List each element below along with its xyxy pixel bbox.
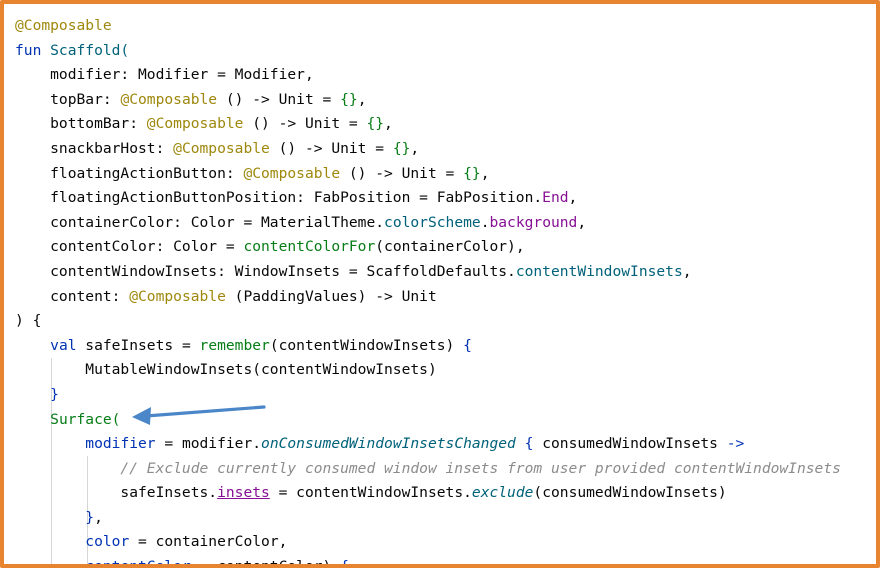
code-line: color = containerColor,: [15, 530, 876, 555]
annotation-token: @Composable: [15, 17, 112, 34]
code-text: containerColor: Color = MaterialTheme.: [15, 213, 385, 231]
code-text: (consumedWindowInsets): [533, 484, 727, 502]
code-text: (containerColor),: [375, 238, 525, 256]
lambda-braces: {}: [392, 139, 411, 157]
code-text: bottomBar:: [15, 115, 147, 133]
code-text: safeInsets.: [15, 484, 218, 502]
keyword-token: fun: [15, 41, 42, 59]
code-text: = contentWindowInsets.: [269, 484, 472, 502]
composable-call-token: remember: [199, 336, 270, 354]
code-line: contentColor: Color = contentColorFor(co…: [15, 235, 876, 260]
code-text: ,: [480, 164, 490, 182]
annotation-token: @Composable: [120, 90, 218, 108]
code-text: = contentColor): [190, 558, 341, 568]
code-text: ) {: [15, 312, 42, 330]
code-line: bottomBar: @Composable () -> Unit = {},: [15, 112, 876, 137]
code-line: contentWindowInsets: WindowInsets = Scaf…: [15, 260, 876, 285]
code-line: ) {: [15, 309, 876, 334]
code-line: },: [15, 506, 876, 531]
code-line: containerColor: Color = MaterialTheme.co…: [15, 211, 876, 236]
composable-call-token: contentColorFor: [243, 238, 376, 256]
comment-token: // Exclude currently consumed window ins…: [15, 459, 841, 477]
named-argument-token: contentColor: [85, 558, 191, 568]
code-text: topBar:: [15, 90, 121, 108]
keyword-token: val: [50, 336, 77, 354]
code-text: (PaddingValues) -> Unit: [225, 287, 437, 305]
screenshot-frame: @Composable fun Scaffold( modifier: Modi…: [0, 0, 880, 568]
code-line: modifier: Modifier = Modifier,: [15, 63, 876, 88]
lambda-braces: {}: [463, 164, 481, 182]
code-line: safeInsets.insets = contentWindowInsets.…: [15, 481, 876, 506]
code-editor[interactable]: @Composable fun Scaffold( modifier: Modi…: [15, 14, 876, 564]
code-text: snackbarHost:: [15, 139, 174, 157]
annotation-token: @Composable: [146, 115, 244, 133]
lambda-braces: {}: [366, 115, 385, 133]
named-argument-token: modifier: [85, 435, 156, 453]
code-text: ,: [94, 508, 103, 526]
mutable-property-token: insets: [217, 484, 270, 502]
property-token: background: [489, 213, 578, 231]
lambda-arrow: ->: [726, 435, 745, 453]
code-text: contentColor: Color =: [15, 238, 244, 256]
lambda-brace: }: [85, 508, 95, 526]
code-line: snackbarHost: @Composable () -> Unit = {…: [15, 137, 876, 162]
code-text: contentWindowInsets: WindowInsets = Scaf…: [15, 262, 516, 280]
code-line: contentColor = contentColor) {: [15, 555, 876, 568]
annotation-token: @Composable: [243, 164, 341, 182]
lambda-brace: {: [340, 558, 349, 568]
extension-function-token: exclude: [471, 484, 534, 502]
code-text: () -> Unit =: [340, 164, 464, 182]
code-line: // Exclude currently consumed window ins…: [15, 457, 876, 482]
extension-property-token: contentWindowInsets: [515, 262, 683, 280]
code-text: floatingActionButtonPosition: FabPositio…: [15, 189, 543, 207]
extension-property-token: colorScheme: [384, 213, 481, 231]
code-line: modifier = modifier.onConsumedWindowInse…: [15, 432, 876, 457]
annotation-token: @Composable: [173, 139, 270, 157]
code-text: content:: [15, 287, 130, 305]
composable-call-token: Surface(: [50, 410, 121, 428]
code-text: (contentWindowInsets): [269, 336, 464, 354]
annotation-token: @Composable: [129, 287, 226, 305]
code-text: ,: [357, 90, 367, 108]
code-text: = containerColor,: [129, 533, 288, 551]
code-text: ,: [577, 213, 587, 231]
code-text: modifier: Modifier = Modifier,: [15, 66, 314, 84]
code-line: floatingActionButtonPosition: FabPositio…: [15, 186, 876, 211]
code-line: }: [15, 383, 876, 408]
lambda-brace: }: [15, 385, 59, 403]
code-line: content: @Composable (PaddingValues) -> …: [15, 285, 876, 310]
code-line: Surface(: [15, 408, 876, 433]
code-line: topBar: @Composable () -> Unit = {},: [15, 88, 876, 113]
extension-function-token: onConsumedWindowInsetsChanged: [261, 435, 516, 453]
code-line: fun Scaffold(: [15, 39, 876, 64]
code-line: floatingActionButton: @Composable () -> …: [15, 162, 876, 187]
code-line: MutableWindowInsets(contentWindowInsets): [15, 358, 876, 383]
code-text: consumedWindowInsets: [533, 435, 727, 453]
code-line: val safeInsets = remember(contentWindowI…: [15, 334, 876, 359]
code-text: ,: [410, 139, 420, 157]
code-text: () -> Unit =: [269, 139, 393, 157]
code-text: ,: [384, 115, 393, 133]
code-line: @Composable: [15, 14, 876, 39]
lambda-brace: {: [463, 336, 472, 354]
code-text: ,: [682, 262, 692, 280]
property-token: End: [542, 189, 569, 207]
code-text: () -> Unit =: [217, 90, 341, 108]
code-text: () -> Unit =: [243, 115, 367, 133]
code-text: ,: [568, 189, 578, 207]
code-text: MutableWindowInsets(contentWindowInsets): [15, 361, 437, 379]
named-argument-token: color: [85, 533, 130, 551]
code-text: = modifier.: [155, 435, 262, 453]
code-text: safeInsets =: [76, 336, 200, 354]
function-name-token: Scaffold(: [41, 41, 130, 59]
code-text: floatingActionButton:: [15, 164, 244, 182]
lambda-braces: {}: [340, 90, 358, 108]
